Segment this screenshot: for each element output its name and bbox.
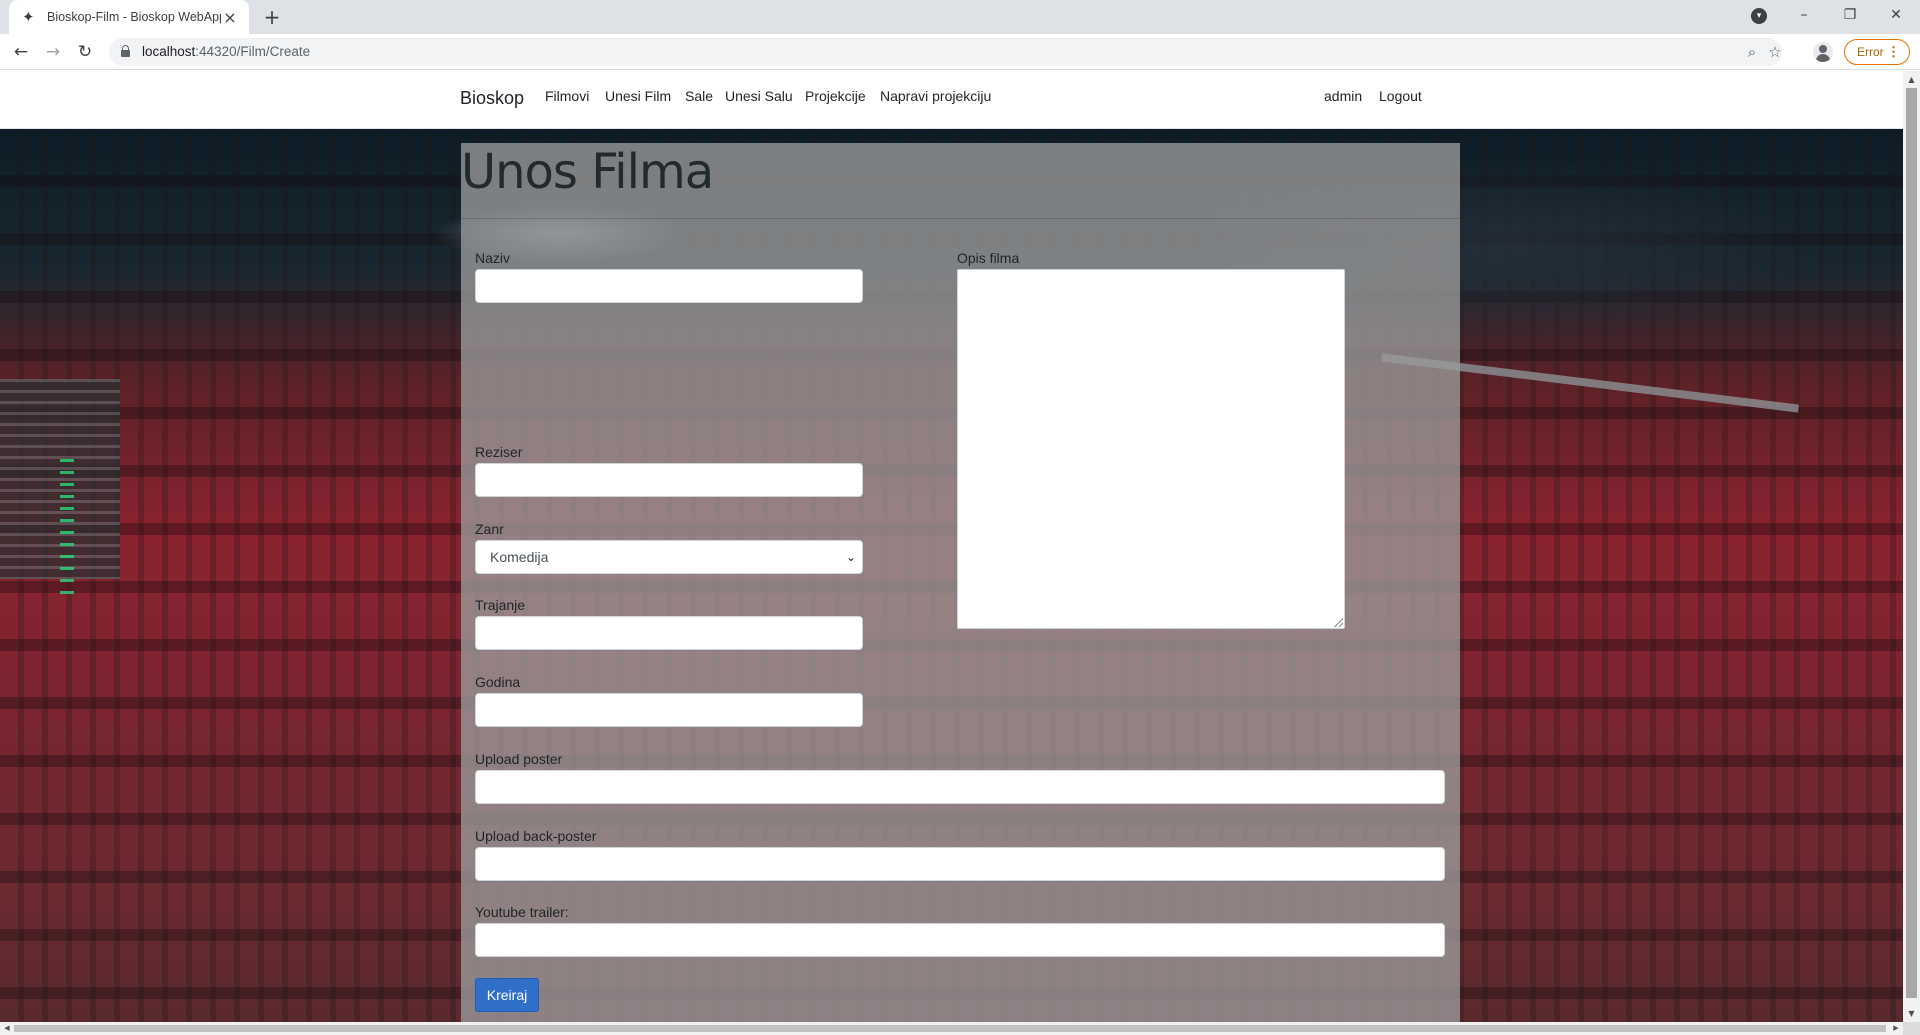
opis-textarea[interactable] [957,269,1345,629]
horizontal-scrollbar[interactable]: ◀ ▶ [0,1022,1903,1035]
brand-link[interactable]: Bioskop [460,88,524,109]
reziser-label: Reziser [475,444,523,460]
forward-arrow-icon[interactable]: → [41,40,65,64]
vertical-scroll-thumb[interactable] [1906,88,1917,998]
scroll-down-icon[interactable]: ▼ [1903,1005,1920,1022]
error-button[interactable]: Error ⋮ [1844,39,1910,65]
close-window-icon[interactable]: ✕ [1873,0,1919,30]
back-poster-upload-input[interactable] [475,847,1445,881]
page-viewport: Bioskop Filmovi Unesi Film Sale Unesi Sa… [0,71,1903,1022]
kebab-menu-icon: ⋮ [1887,44,1900,59]
tab-strip: ✦ Bioskop-Film - Bioskop WebApp × + ▾ – … [0,0,1920,34]
address-bar[interactable]: localhost:44320/Film/Create ⌕ ☆ [109,38,1782,66]
zanr-selected-value: Komedija [490,549,549,565]
cinema-background-image: Unos Filma Naziv Opis filma Reziser Zanr… [0,129,1903,1022]
nav-link-filmovi[interactable]: Filmovi [545,88,589,104]
reload-icon[interactable]: ↻ [73,40,97,64]
zanr-select[interactable]: Komedija ⌄ [475,540,863,574]
kreiraj-button[interactable]: Kreiraj [475,978,539,1012]
nav-logout[interactable]: Logout [1379,88,1422,104]
restore-icon[interactable]: ❐ [1827,0,1873,30]
scrollbar-corner [1903,1022,1920,1035]
url-text[interactable]: localhost:44320/Film/Create [142,38,310,66]
horizontal-scroll-thumb[interactable] [14,1025,1886,1032]
opis-label: Opis filma [957,250,1020,266]
godina-input[interactable] [475,693,863,727]
trajanje-input[interactable] [475,616,863,650]
nav-link-napravi-projekciju[interactable]: Napravi projekciju [880,88,991,104]
trailer-input[interactable] [475,923,1445,957]
chevron-down-icon[interactable]: ▾ [1751,8,1767,24]
tab-title: Bioskop-Film - Bioskop WebApp [47,10,221,24]
nav-link-unesi-film[interactable]: Unesi Film [605,88,671,104]
nav-link-projekcije[interactable]: Projekcije [805,88,866,104]
zanr-label: Zanr [475,521,504,537]
poster-upload-input[interactable] [475,770,1445,804]
naziv-input[interactable] [475,269,863,303]
chevron-down-icon: ⌄ [845,550,856,564]
url-path: :44320/Film/Create [195,44,311,59]
scroll-left-icon[interactable]: ◀ [0,1022,14,1035]
background-aisle-lights [60,459,74,599]
url-host: localhost [142,44,196,59]
page-title: Unos Filma [461,144,714,200]
poster-label: Upload poster [475,751,563,767]
trailer-label: Youtube trailer: [475,904,569,920]
back-poster-label: Upload back-poster [475,828,597,844]
profile-icon[interactable] [1813,42,1833,62]
site-navbar: Bioskop Filmovi Unesi Film Sale Unesi Sa… [0,71,1903,129]
resize-grip-icon[interactable] [1333,617,1343,627]
browser-tab[interactable]: ✦ Bioskop-Film - Bioskop WebApp × [9,0,249,34]
close-icon[interactable]: × [221,8,239,27]
minimize-icon[interactable]: – [1781,0,1827,30]
vertical-scrollbar[interactable]: ▲ ▼ [1903,71,1920,1022]
scroll-right-icon[interactable]: ▶ [1889,1022,1903,1035]
star-outline-icon[interactable]: ☆ [1763,40,1787,64]
nav-link-unesi-salu[interactable]: Unesi Salu [725,88,793,104]
form-panel: Unos Filma Naziv Opis filma Reziser Zanr… [461,143,1460,1022]
nav-user[interactable]: admin [1324,88,1362,104]
plus-icon[interactable]: + [260,5,284,29]
nav-link-sale[interactable]: Sale [685,88,713,104]
zoom-icon[interactable]: ⌕ [1740,40,1764,64]
browser-toolbar: ← → ↻ localhost:44320/Film/Create ⌕ ☆ Er… [0,34,1920,70]
star-icon: ✦ [22,8,35,26]
title-divider [461,218,1460,219]
back-arrow-icon[interactable]: ← [9,40,33,64]
lock-icon[interactable] [121,45,130,57]
error-label: Error [1857,45,1884,59]
reziser-input[interactable] [475,463,863,497]
godina-label: Godina [475,674,521,690]
naziv-label: Naziv [475,250,511,266]
scroll-up-icon[interactable]: ▲ [1903,71,1920,88]
trajanje-label: Trajanje [475,597,526,613]
